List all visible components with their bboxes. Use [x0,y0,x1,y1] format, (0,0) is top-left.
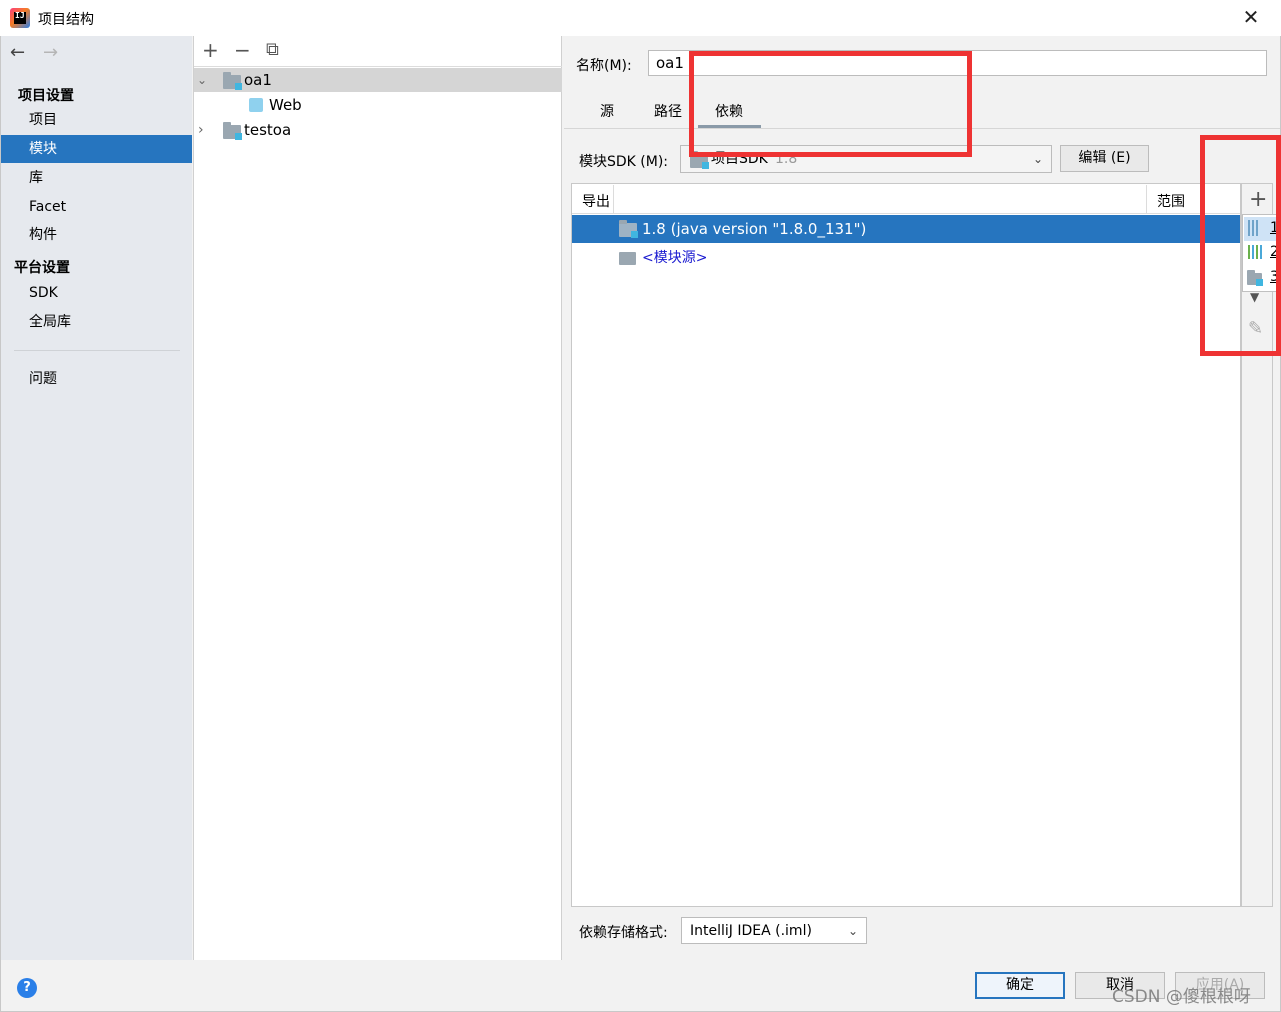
sidebar-divider [14,350,180,351]
module-folder-icon [223,122,242,140]
close-icon[interactable]: ✕ [1240,6,1262,28]
tree-node-label: testoa [244,121,292,139]
dependency-label: 1.8 (java version "1.8.0_131") [642,220,867,238]
ok-button[interactable]: 确定 [975,972,1065,999]
column-export[interactable]: 导出 [582,191,610,211]
tree-node-testoa[interactable]: › testoa [194,118,562,142]
source-folder-icon [619,252,636,265]
platform-settings-heading: 平台设置 [14,260,70,276]
table-row[interactable]: <模块源> [572,244,1240,272]
tree-node-label: oa1 [244,71,272,89]
highlight-box-add-menu [1200,135,1281,356]
header-separator [1146,185,1147,213]
dependencies-table [571,183,1241,907]
chevron-down-icon: ⌄ [1032,152,1043,166]
edit-sdk-button[interactable]: 编辑 (E) [1060,145,1149,172]
tree-node-label: Web [269,96,302,114]
chevron-down-icon[interactable]: ⌄ [197,68,207,92]
chevron-down-icon: ⌄ [847,924,858,938]
window-title: 项目结构 [38,12,94,28]
back-arrow-icon[interactable]: ← [10,42,25,63]
dependency-label: <模块源> [642,250,708,266]
tree-node-oa1[interactable]: ⌄ oa1 [194,68,562,92]
forward-arrow-icon[interactable]: → [43,42,58,63]
project-settings-heading: 项目设置 [18,88,74,104]
storage-format-value: IntelliJ IDEA (.iml) [690,923,812,939]
highlight-box-dependencies-tab [689,51,972,157]
module-folder-icon [223,72,242,90]
csdn-watermark: CSDN @傻根根呀 [1112,987,1251,1007]
sidebar-item-sdks[interactable]: SDK [1,279,192,307]
chevron-right-icon[interactable]: › [198,118,204,142]
sidebar-item-project[interactable]: 项目 [1,106,192,134]
module-tree-panel [193,36,562,960]
tab-sources[interactable]: 源 [600,101,614,121]
sidebar-item-global-libraries[interactable]: 全局库 [1,308,192,336]
table-header [572,184,1240,214]
intellij-logo-icon: IJ [10,8,30,28]
column-scope[interactable]: 范围 [1157,191,1185,211]
module-sdk-label: 模块SDK (M): [579,154,669,170]
help-icon[interactable]: ? [17,978,37,998]
jdk-folder-icon [619,220,638,238]
storage-format-label: 依赖存储格式: [579,925,668,941]
add-module-button[interactable]: + [202,40,219,60]
remove-module-button[interactable]: − [234,40,251,60]
sidebar-item-libraries[interactable]: 库 [1,164,192,192]
sidebar-item-modules[interactable]: 模块 [1,135,192,163]
title-bar: IJ 项目结构 ✕ [0,0,1281,36]
copy-module-button[interactable]: ⧉ [266,40,279,60]
web-facet-icon [249,98,263,112]
sidebar-item-facets[interactable]: Facet [1,193,192,221]
table-row[interactable]: 1.8 (java version "1.8.0_131") [572,215,1240,243]
tree-node-web[interactable]: Web [194,93,562,117]
sidebar-item-artifacts[interactable]: 构件 [1,221,192,249]
tree-toolbar-separator [194,66,562,67]
header-separator [613,185,614,213]
sidebar-item-problems[interactable]: 问题 [1,365,192,393]
tab-paths[interactable]: 路径 [654,101,682,121]
storage-format-dropdown[interactable]: IntelliJ IDEA (.iml) ⌄ [681,917,867,944]
name-label: 名称(M): [576,58,632,74]
